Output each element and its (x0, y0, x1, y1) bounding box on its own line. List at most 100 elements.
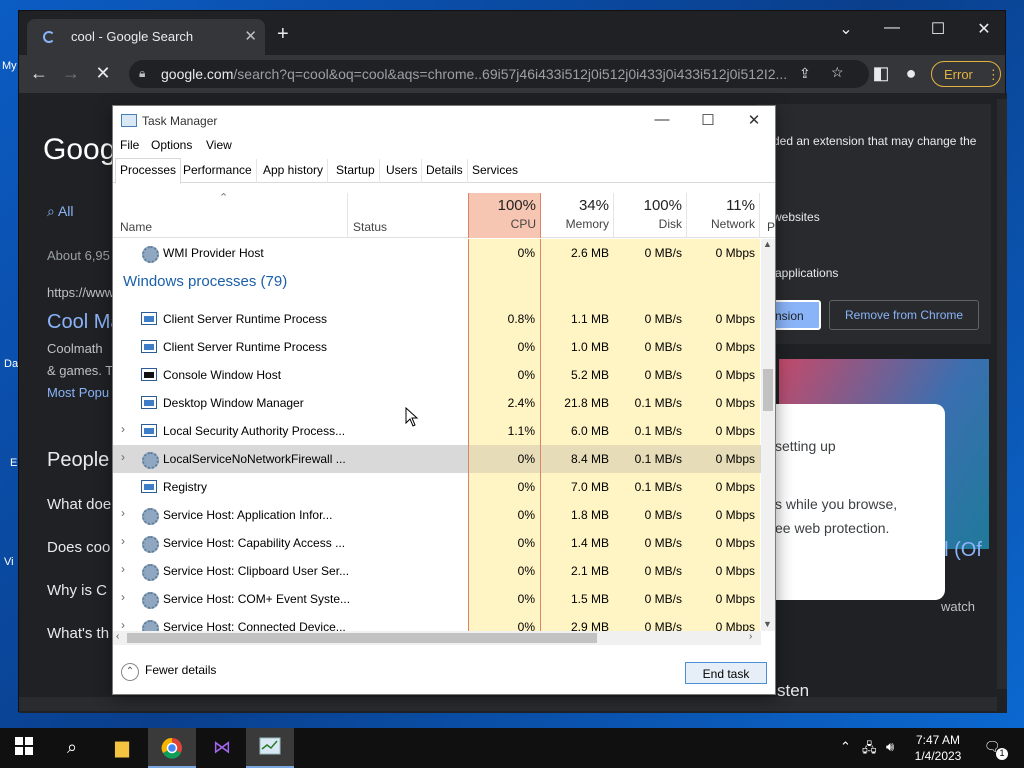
minimize-icon[interactable]: — (877, 19, 907, 37)
paa-question[interactable]: What's th (47, 625, 109, 642)
profile-icon[interactable]: ● (899, 63, 923, 84)
table-row[interactable]: WMI Provider Host 0% 2.6 MB 0 MB/s 0 Mbp… (113, 239, 761, 267)
table-row[interactable]: › Service Host: COM+ Event Syste... 0% 1… (113, 585, 761, 613)
table-row[interactable]: Desktop Window Manager 2.4% 21.8 MB 0.1 … (113, 389, 761, 417)
header-power[interactable]: P (767, 220, 775, 234)
share-icon[interactable]: ⇪ (799, 65, 811, 82)
network-icon[interactable]: 🖧︎ (862, 739, 877, 761)
chrome-tab[interactable]: cool - Google Search ✕ (27, 19, 265, 55)
knowledge-panel-link[interactable]: watch (941, 599, 975, 614)
tab-all-label[interactable]: All (58, 203, 74, 219)
desktop-icon-label[interactable]: E (10, 457, 17, 469)
remove-from-chrome-button[interactable]: Remove from Chrome (829, 300, 979, 330)
header-status[interactable]: Status (348, 193, 468, 238)
expand-chevron-icon[interactable]: › (121, 534, 125, 548)
tab-performance[interactable]: Performance (179, 159, 257, 183)
table-row[interactable]: › Service Host: Capability Access ... 0%… (113, 529, 761, 557)
table-row[interactable]: Client Server Runtime Process 0.8% 1.1 M… (113, 305, 761, 333)
close-window-icon[interactable]: ✕ (969, 19, 999, 39)
table-row[interactable]: › Service Host: Connected Device... 0% 2… (113, 613, 761, 631)
expand-chevron-icon[interactable]: › (121, 506, 125, 520)
maximize-icon[interactable]: ☐ (923, 19, 953, 39)
expand-chevron-icon[interactable]: › (121, 618, 125, 631)
menu-view[interactable]: View (206, 138, 232, 152)
scroll-up-icon[interactable]: ▲ (763, 239, 772, 249)
gear-icon (141, 508, 159, 525)
visual-studio-icon[interactable]: ⋈ (198, 728, 246, 768)
tab-startup[interactable]: Startup (332, 159, 380, 183)
back-icon[interactable]: ← (27, 63, 51, 84)
result-title[interactable]: Cool Ma (47, 311, 121, 334)
title-bar[interactable]: Task Manager — ☐ ✕ (113, 106, 775, 136)
new-tab-icon[interactable]: + (277, 23, 289, 46)
expand-chevron-icon[interactable]: › (121, 422, 125, 436)
task-manager-taskbar-icon[interactable] (246, 728, 294, 768)
volume-icon[interactable]: 🔊︎ (886, 739, 894, 755)
expand-chevron-icon[interactable]: › (121, 562, 125, 576)
lock-icon[interactable]: 🔒︎ (139, 66, 145, 81)
address-bar[interactable]: 🔒︎ google.com/search?q=cool&oq=cool&aqs=… (129, 60, 869, 88)
table-row[interactable]: Console Window Host 0% 5.2 MB 0 MB/s 0 M… (113, 361, 761, 389)
fewer-details-button[interactable]: ⌃ Fewer details (121, 663, 216, 681)
table-row[interactable]: Client Server Runtime Process 0% 1.0 MB … (113, 333, 761, 361)
tab-details[interactable]: Details (422, 159, 468, 183)
desktop-icon-label[interactable]: Da (4, 358, 18, 370)
disk-value: 0.1 MB/s (614, 389, 687, 417)
page-h-scrollbar[interactable] (19, 697, 997, 711)
minimize-icon[interactable]: — (647, 111, 677, 128)
scroll-down-icon[interactable]: ▼ (763, 619, 772, 629)
close-tab-icon[interactable]: ✕ (244, 27, 257, 45)
safe-text: s while you browse, (775, 496, 898, 512)
header-name[interactable]: Name (113, 193, 348, 238)
tab-processes[interactable]: Processes (115, 158, 182, 184)
expand-chevron-icon[interactable]: › (121, 450, 125, 464)
tray-chevron-up-icon[interactable]: ⌃ (840, 739, 851, 755)
end-task-button[interactable]: End task (685, 662, 767, 684)
result-url[interactable]: https://www (47, 285, 114, 300)
menu-options[interactable]: Options (151, 138, 192, 152)
paa-question[interactable]: Why is C (47, 582, 107, 599)
menu-file[interactable]: File (120, 138, 139, 152)
paa-question[interactable]: What doe (47, 496, 111, 513)
desktop-icon-label[interactable]: Vi (4, 556, 14, 568)
stop-loading-icon[interactable]: ✕ (91, 63, 115, 84)
tab-users[interactable]: Users (382, 159, 423, 183)
horizontal-scrollbar[interactable]: ‹ › (113, 631, 761, 645)
table-row[interactable]: › Service Host: Clipboard User Ser... 0%… (113, 557, 761, 585)
scroll-thumb[interactable] (763, 369, 773, 411)
clock[interactable]: 7:47 AM 1/4/2023 (910, 732, 966, 764)
table-row-selected[interactable]: › LocalServiceNoNetworkFirewall ... 0% 8… (113, 445, 761, 473)
header-memory[interactable]: 34% Memory (541, 193, 614, 238)
header-disk[interactable]: 100% Disk (614, 193, 687, 238)
header-network[interactable]: 11% Network (687, 193, 760, 238)
tab-services[interactable]: Services (468, 159, 522, 183)
header-cpu[interactable]: 100% CPU (468, 193, 541, 238)
maximize-icon[interactable]: ☐ (693, 111, 723, 129)
group-header[interactable]: Windows processes (79) (113, 267, 761, 305)
error-button[interactable]: Error ⋮ (931, 61, 1001, 87)
forward-icon[interactable]: → (59, 63, 83, 84)
desktop-icon-label[interactable]: My (2, 60, 17, 72)
scroll-left-icon[interactable]: ‹ (116, 631, 119, 642)
scroll-right-icon[interactable]: › (749, 631, 752, 642)
bookmark-star-icon[interactable]: ☆ (831, 64, 844, 81)
table-row[interactable]: › Service Host: Application Infor... 0% … (113, 501, 761, 529)
google-logo[interactable]: Goog (43, 133, 116, 167)
paa-question[interactable]: Does coo (47, 539, 110, 556)
scroll-thumb[interactable] (127, 633, 597, 643)
chevron-down-icon[interactable]: ⌄ (831, 19, 861, 39)
side-panel-icon[interactable]: ◧ (869, 63, 893, 84)
file-explorer-icon[interactable]: ▆ (98, 728, 146, 768)
table-row[interactable]: Registry 0% 7.0 MB 0.1 MB/s 0 Mbps (113, 473, 761, 501)
result-sitelink[interactable]: Most Popu (47, 385, 109, 400)
expand-chevron-icon[interactable]: › (121, 590, 125, 604)
chrome-taskbar-icon[interactable] (148, 728, 196, 768)
close-icon[interactable]: ✕ (739, 111, 769, 129)
mouse-cursor-icon (405, 407, 419, 427)
table-row[interactable]: › Local Security Authority Process... 1.… (113, 417, 761, 445)
search-icon[interactable]: ⌕ (48, 728, 96, 768)
vertical-scrollbar[interactable]: ▲ ▼ (761, 239, 775, 631)
page-scrollbar[interactable] (997, 99, 1007, 689)
start-button[interactable] (0, 728, 48, 768)
tab-app-history[interactable]: App history (259, 159, 329, 183)
